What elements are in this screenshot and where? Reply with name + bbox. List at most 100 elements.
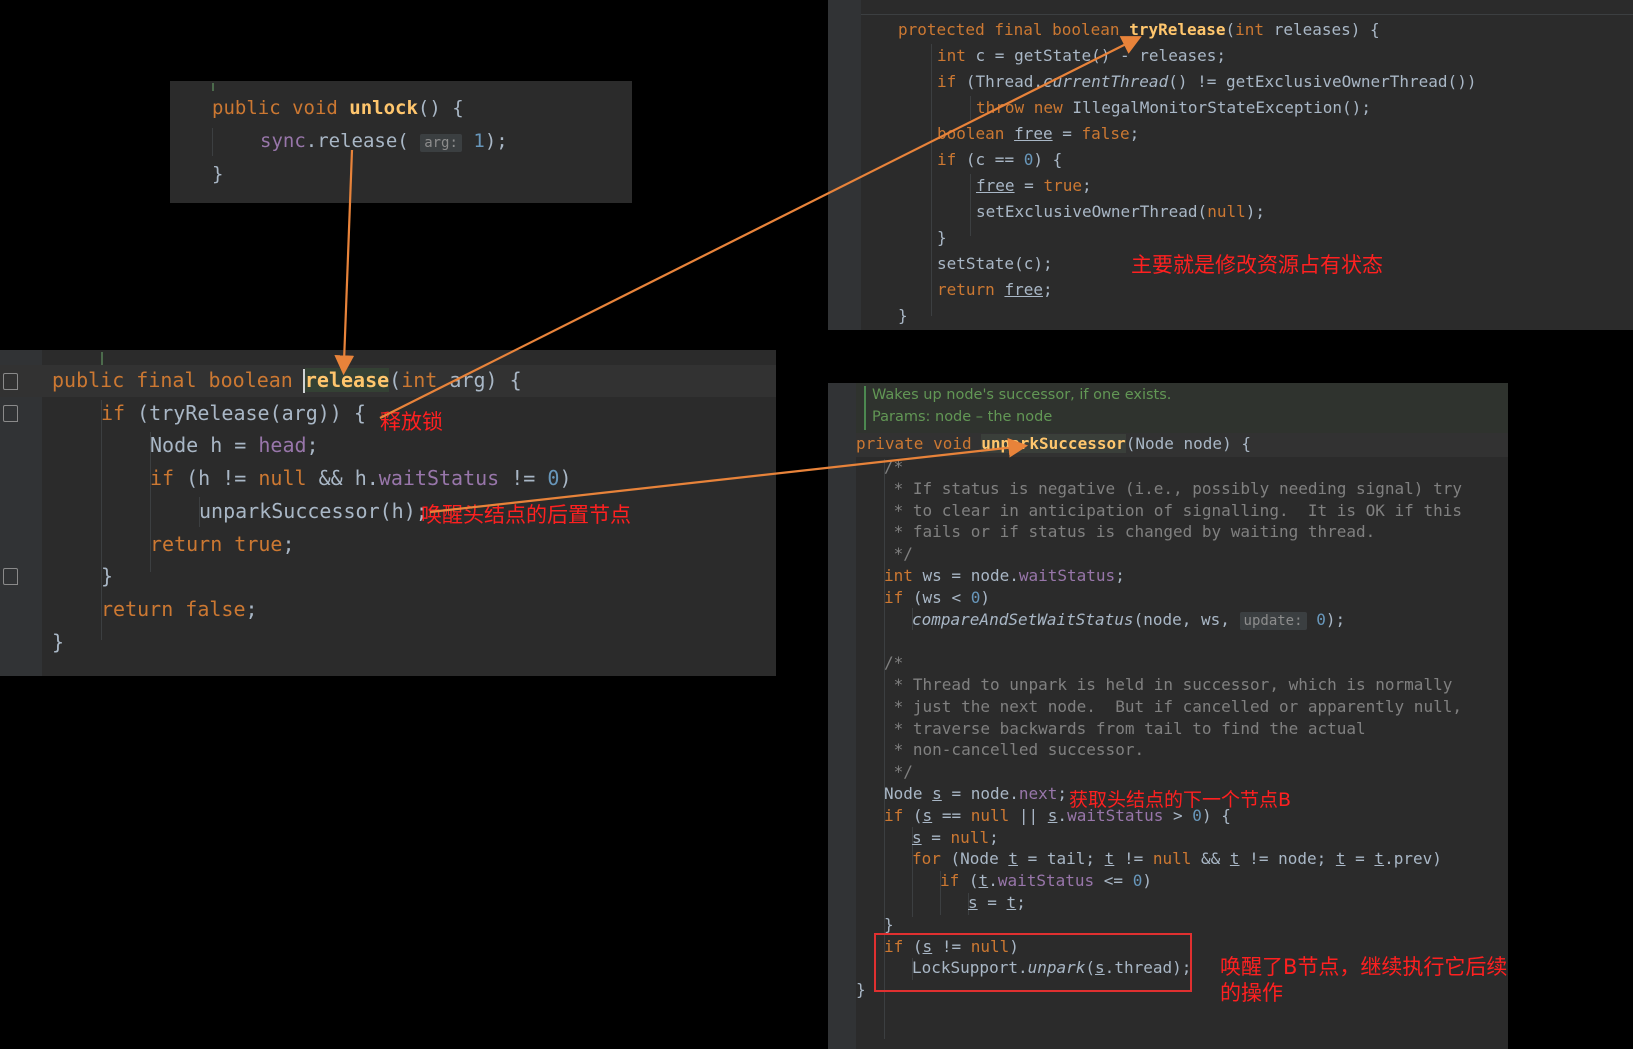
code-line[interactable]: } bbox=[212, 165, 223, 184]
code-line[interactable]: public void unlock() { bbox=[212, 99, 464, 118]
code-line[interactable]: */ bbox=[884, 764, 913, 780]
code-line[interactable]: if (c == 0) { bbox=[937, 152, 1062, 168]
code-token: 1 bbox=[473, 130, 485, 152]
lock-support-highlight-box bbox=[874, 933, 1192, 992]
code-line[interactable]: * just the next node. But if cancelled o… bbox=[884, 696, 1462, 716]
annotation-release-lock: 释放锁 bbox=[380, 410, 443, 434]
code-token: 0 bbox=[1132, 871, 1143, 891]
code-line[interactable]: } bbox=[52, 632, 64, 652]
code-line[interactable]: if (ws < 0) bbox=[884, 589, 990, 606]
code-token: * If status is negative (i.e., possibly … bbox=[884, 478, 1462, 498]
code-token: */ bbox=[884, 762, 913, 782]
code-token: if bbox=[884, 805, 913, 825]
code-line[interactable]: public final boolean release(int arg) { bbox=[52, 368, 522, 392]
code-token: * traverse backwards from tail to find t… bbox=[884, 718, 1366, 738]
code-line[interactable]: return false; bbox=[101, 599, 258, 619]
code-line[interactable]: for (Node t = tail; t != null && t != no… bbox=[912, 851, 1442, 867]
code-token: ) { bbox=[1033, 150, 1063, 169]
code-line[interactable]: setExclusiveOwnerThread(null); bbox=[976, 204, 1265, 220]
code-line[interactable]: compareAndSetWaitStatus(node, ws, update… bbox=[912, 609, 1345, 630]
code-line[interactable]: setState(c); bbox=[937, 256, 1053, 272]
code-line[interactable]: s = null; bbox=[912, 829, 999, 846]
code-token: s bbox=[922, 805, 933, 825]
code-token: int bbox=[401, 368, 450, 392]
code-token: * just the next node. But if cancelled o… bbox=[884, 696, 1462, 716]
code-line[interactable]: sync.release( arg: 1); bbox=[260, 130, 508, 152]
code-line[interactable]: return free; bbox=[937, 282, 1053, 298]
gutter-run-icon-2[interactable] bbox=[3, 405, 18, 422]
release-panel-gutter[interactable] bbox=[0, 350, 42, 676]
gutter-run-icon-1[interactable] bbox=[3, 373, 18, 390]
code-line[interactable]: * If status is negative (i.e., possibly … bbox=[884, 478, 1462, 498]
code-line[interactable]: } bbox=[856, 982, 866, 998]
code-line[interactable]: * Thread to unpark is held in successor,… bbox=[884, 677, 1453, 693]
code-token: != bbox=[1114, 849, 1153, 869]
code-line[interactable]: /* bbox=[884, 459, 903, 475]
code-token: (h != bbox=[186, 466, 259, 491]
code-line[interactable]: boolean free = false; bbox=[937, 126, 1139, 142]
code-line[interactable]: * non-cancelled successor. bbox=[884, 742, 1144, 758]
code-line[interactable]: /* bbox=[884, 655, 903, 671]
code-line[interactable]: throw new IllegalMonitorStateException()… bbox=[976, 100, 1371, 116]
code-line[interactable]: if (h != null && h.waitStatus != 0) bbox=[150, 468, 571, 488]
code-line[interactable]: */ bbox=[884, 546, 913, 562]
code-token: = bbox=[1052, 124, 1082, 143]
code-line[interactable]: } bbox=[898, 308, 908, 324]
code-token: } bbox=[212, 163, 224, 185]
code-line[interactable]: return true; bbox=[150, 534, 295, 554]
code-line[interactable]: unparkSuccessor(h); bbox=[199, 501, 428, 521]
code-token: = bbox=[1017, 849, 1047, 869]
code-line[interactable]: } bbox=[884, 916, 894, 933]
code-token: (node, ws, bbox=[1133, 609, 1240, 629]
code-token: != bbox=[499, 466, 548, 491]
code-token: void bbox=[292, 97, 350, 119]
gutter-run-icon-3[interactable] bbox=[3, 568, 18, 585]
code-line[interactable]: * to clear in anticipation of signalling… bbox=[884, 502, 1462, 519]
code-token: null bbox=[1152, 849, 1192, 869]
code-token: throw bbox=[976, 98, 1034, 117]
code-token: ( bbox=[397, 130, 421, 152]
code-line[interactable]: * traverse backwards from tail to find t… bbox=[884, 718, 1366, 738]
code-line[interactable]: Node h = head; bbox=[150, 435, 319, 455]
try-release-gutter[interactable] bbox=[828, 0, 861, 330]
code-line[interactable]: private void unparkSuccessor(Node node) … bbox=[856, 434, 1251, 453]
code-line[interactable]: int ws = node.waitStatus; bbox=[884, 568, 1125, 584]
code-line[interactable]: if (tryRelease(arg)) { bbox=[101, 403, 366, 423]
code-token: . bbox=[988, 871, 998, 891]
doc-accent-bar bbox=[864, 386, 866, 430]
code-token: ; bbox=[306, 433, 319, 458]
code-token: if bbox=[937, 72, 966, 91]
unpark-gutter[interactable] bbox=[828, 383, 856, 1049]
code-line[interactable]: int c = getState() - releases; bbox=[937, 48, 1226, 64]
code-line[interactable]: free = true; bbox=[976, 178, 1092, 194]
code-line[interactable]: s = t; bbox=[968, 895, 1026, 911]
code-line[interactable]: if (Thread.currentThread() != getExclusi… bbox=[937, 74, 1476, 90]
code-token: 0 bbox=[1316, 609, 1326, 629]
code-line[interactable]: } bbox=[101, 566, 113, 586]
code-token: /* bbox=[884, 653, 904, 673]
code-token: ; bbox=[1115, 566, 1125, 585]
code-token: } bbox=[101, 564, 114, 589]
code-line[interactable]: } bbox=[937, 230, 947, 246]
code-token: if bbox=[937, 150, 966, 169]
code-token: protected bbox=[898, 20, 995, 39]
annotation-wake-successor: 唤醒头结点的后置节点 bbox=[421, 503, 631, 527]
code-token: s bbox=[968, 893, 978, 912]
annotation-get-next-node: 获取头结点的下一个节点B bbox=[1069, 789, 1292, 811]
code-token: compareAndSetWaitStatus bbox=[912, 609, 1134, 629]
code-token: t bbox=[1229, 849, 1240, 869]
code-token: } bbox=[52, 629, 65, 654]
code-token: if bbox=[150, 466, 187, 491]
code-line[interactable]: * fails or if status is changed by waiti… bbox=[884, 524, 1376, 540]
doc-line: Wakes up node's successor, if one exists… bbox=[872, 387, 1172, 403]
code-token: null bbox=[970, 805, 1010, 825]
code-token: false bbox=[185, 596, 246, 621]
code-token: ws = node. bbox=[922, 566, 1019, 585]
code-line[interactable]: protected final boolean tryRelease(int r… bbox=[898, 22, 1380, 38]
code-line[interactable]: Node s = node.next; bbox=[884, 786, 1067, 802]
code-token: && bbox=[1191, 849, 1230, 869]
code-token: ) bbox=[1142, 871, 1152, 891]
code-token: public bbox=[52, 368, 137, 392]
code-line[interactable]: if (t.waitStatus <= 0) bbox=[940, 873, 1152, 889]
